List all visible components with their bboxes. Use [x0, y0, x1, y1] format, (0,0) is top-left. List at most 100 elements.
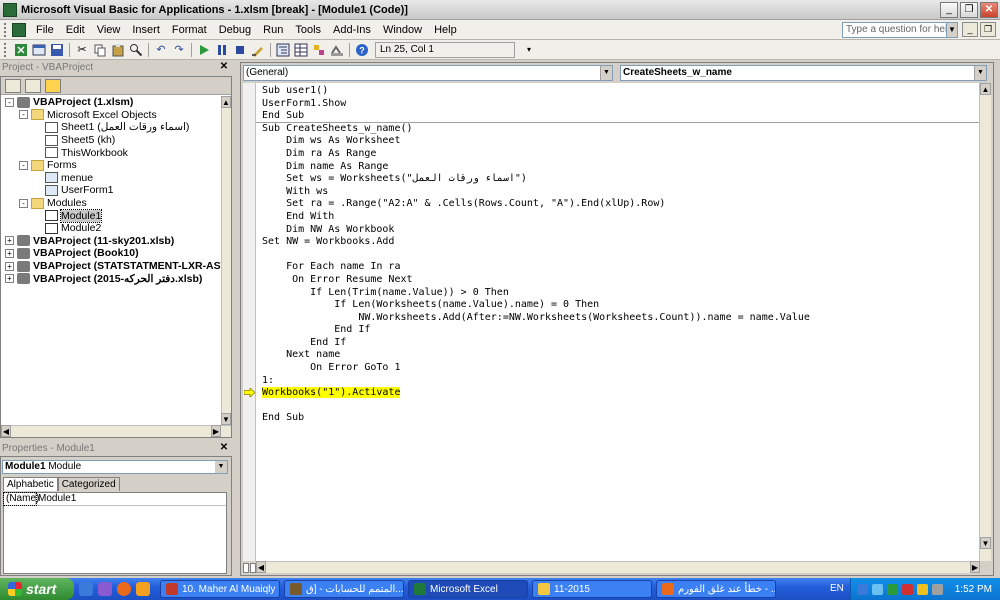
- code-minimize-button[interactable]: _: [962, 22, 978, 37]
- tab-alphabetic[interactable]: Alphabetic: [3, 477, 58, 491]
- menu-window[interactable]: Window: [377, 24, 428, 36]
- tray-app-icon[interactable]: [931, 583, 943, 595]
- project-explorer-icon[interactable]: [275, 42, 291, 58]
- code-line[interactable]: Set ra = .Range("A2:A" & .Cells(Rows.Cou…: [262, 198, 810, 211]
- excel-icon[interactable]: [12, 22, 26, 37]
- menu-run[interactable]: Run: [257, 24, 289, 36]
- procedure-combo[interactable]: CreateSheets_w_name ▼: [620, 65, 987, 81]
- language-indicator[interactable]: EN: [830, 583, 844, 594]
- procedure-view-button[interactable]: [243, 563, 249, 573]
- scroll-left-icon[interactable]: ◀: [256, 561, 266, 573]
- volume-icon[interactable]: [871, 583, 883, 595]
- collapse-icon[interactable]: -: [5, 97, 14, 107]
- taskbar-button[interactable]: Microsoft Excel: [408, 580, 528, 598]
- menu-insert[interactable]: Insert: [126, 24, 166, 36]
- menu-view[interactable]: View: [91, 24, 127, 36]
- redo-icon[interactable]: ↷: [171, 42, 187, 58]
- tree-node[interactable]: Sheet1 (اسماء ورقات العمل): [1, 121, 223, 134]
- code-line[interactable]: Next name: [262, 349, 810, 362]
- copy-icon[interactable]: [92, 42, 108, 58]
- menu-file[interactable]: File: [30, 24, 60, 36]
- tree-node[interactable]: ThisWorkbook: [1, 146, 223, 159]
- toolbox-icon[interactable]: [329, 42, 345, 58]
- margin-indicator-bar[interactable]: [243, 83, 256, 561]
- tree-node[interactable]: - Modules: [1, 197, 223, 210]
- view-code-icon[interactable]: [5, 78, 21, 93]
- collapse-icon[interactable]: -: [19, 160, 28, 170]
- property-row[interactable]: (Name) Module1: [3, 492, 226, 506]
- start-button[interactable]: start: [0, 578, 74, 600]
- code-line[interactable]: [262, 400, 810, 413]
- chevron-down-icon[interactable]: ▼: [946, 22, 958, 38]
- chevron-down-icon[interactable]: ▼: [215, 461, 227, 473]
- paste-icon[interactable]: [110, 42, 126, 58]
- scroll-up-icon[interactable]: ▲: [221, 96, 231, 108]
- tab-categorized[interactable]: Categorized: [57, 477, 120, 491]
- antivirus-icon[interactable]: [901, 583, 913, 595]
- properties-window-icon[interactable]: [293, 42, 309, 58]
- ie-icon[interactable]: [79, 582, 93, 596]
- code-line[interactable]: End Sub: [262, 412, 810, 425]
- scroll-down-icon[interactable]: ▼: [980, 537, 991, 549]
- design-mode-icon[interactable]: [250, 42, 266, 58]
- toggle-folders-icon[interactable]: [45, 78, 61, 93]
- chevron-down-icon[interactable]: ▼: [974, 66, 986, 80]
- taskbar-button[interactable]: 11-2015: [532, 580, 652, 598]
- code-line[interactable]: Set ws = Worksheets("اسماء ورقات العمل"): [262, 173, 810, 186]
- object-select[interactable]: Module1 Module ▼: [2, 460, 228, 474]
- code-line[interactable]: With ws: [262, 186, 810, 199]
- code-editor[interactable]: Sub user1() UserForm1.Show End Sub Sub Crea…: [256, 83, 980, 561]
- menu-grip[interactable]: [4, 22, 8, 37]
- cut-icon[interactable]: ✂: [74, 42, 90, 58]
- project-vertical-scrollbar[interactable]: ▲ ▼: [221, 96, 231, 425]
- object-browser-icon[interactable]: [311, 42, 327, 58]
- firefox-icon[interactable]: [117, 582, 131, 596]
- tree-node[interactable]: + VBAProject (Book10): [1, 247, 223, 260]
- save-icon[interactable]: [49, 42, 65, 58]
- menu-debug[interactable]: Debug: [213, 24, 257, 36]
- code-line[interactable]: If Len(Worksheets(name.Value).name) = 0 …: [262, 299, 810, 312]
- collapse-icon[interactable]: -: [19, 110, 28, 120]
- code-line[interactable]: [262, 249, 810, 262]
- code-line[interactable]: End With: [262, 211, 810, 224]
- taskbar-button[interactable]: المتمم للحسابات - [ق...: [284, 580, 404, 598]
- object-combo[interactable]: (General) ▼: [243, 65, 613, 81]
- tree-node[interactable]: - Microsoft Excel Objects: [1, 109, 223, 122]
- code-line[interactable]: For Each name In ra: [262, 261, 810, 274]
- view-excel-icon[interactable]: [13, 42, 29, 58]
- menu-tools[interactable]: Tools: [289, 24, 327, 36]
- security-icon[interactable]: [886, 583, 898, 595]
- tree-node[interactable]: + VBAProject (2015-دفتر الحركه.xlsb): [1, 272, 223, 285]
- collapse-icon[interactable]: -: [19, 198, 28, 208]
- code-line[interactable]: End If: [262, 337, 810, 350]
- code-line[interactable]: On Error Resume Next: [262, 274, 810, 287]
- expand-icon[interactable]: +: [5, 274, 14, 284]
- menu-add-ins[interactable]: Add-Ins: [327, 24, 377, 36]
- close-button[interactable]: ✕: [980, 1, 998, 18]
- expand-icon[interactable]: +: [5, 236, 14, 246]
- find-icon[interactable]: [128, 42, 144, 58]
- restore-button[interactable]: ❐: [960, 1, 978, 18]
- menu-format[interactable]: Format: [166, 24, 213, 36]
- code-line[interactable]: If Len(Trim(name.Value)) > 0 Then: [262, 287, 810, 300]
- outlook-icon[interactable]: [136, 582, 150, 596]
- tree-node[interactable]: + VBAProject (STATSTATMENT-LXR-ASW-2015.: [1, 260, 231, 273]
- code-line[interactable]: Workbooks("1").Activate: [262, 387, 810, 400]
- code-line[interactable]: Dim ws As Worksheet: [262, 135, 810, 148]
- update-icon[interactable]: [916, 583, 928, 595]
- scroll-left-icon[interactable]: ◀: [1, 425, 11, 437]
- undo-icon[interactable]: ↶: [153, 42, 169, 58]
- network-icon[interactable]: [856, 583, 868, 595]
- code-line[interactable]: On Error GoTo 1: [262, 362, 810, 375]
- tree-node[interactable]: Module1: [1, 208, 223, 223]
- code-line[interactable]: UserForm1.Show: [262, 98, 810, 111]
- code-line[interactable]: Sub CreateSheets_w_name(): [262, 123, 810, 136]
- scroll-up-icon[interactable]: ▲: [980, 83, 991, 95]
- code-line[interactable]: 1:: [262, 375, 810, 388]
- full-module-view-button[interactable]: [250, 563, 256, 573]
- taskbar-button[interactable]: 10. Maher Al Muaiqly ...: [160, 580, 280, 598]
- code-line[interactable]: NW.Worksheets.Add(After:=NW.Worksheets(W…: [262, 312, 810, 325]
- tree-node[interactable]: - VBAProject (1.xlsm): [1, 96, 223, 109]
- tree-node[interactable]: menue: [1, 172, 223, 185]
- tree-node[interactable]: UserForm1: [1, 184, 223, 197]
